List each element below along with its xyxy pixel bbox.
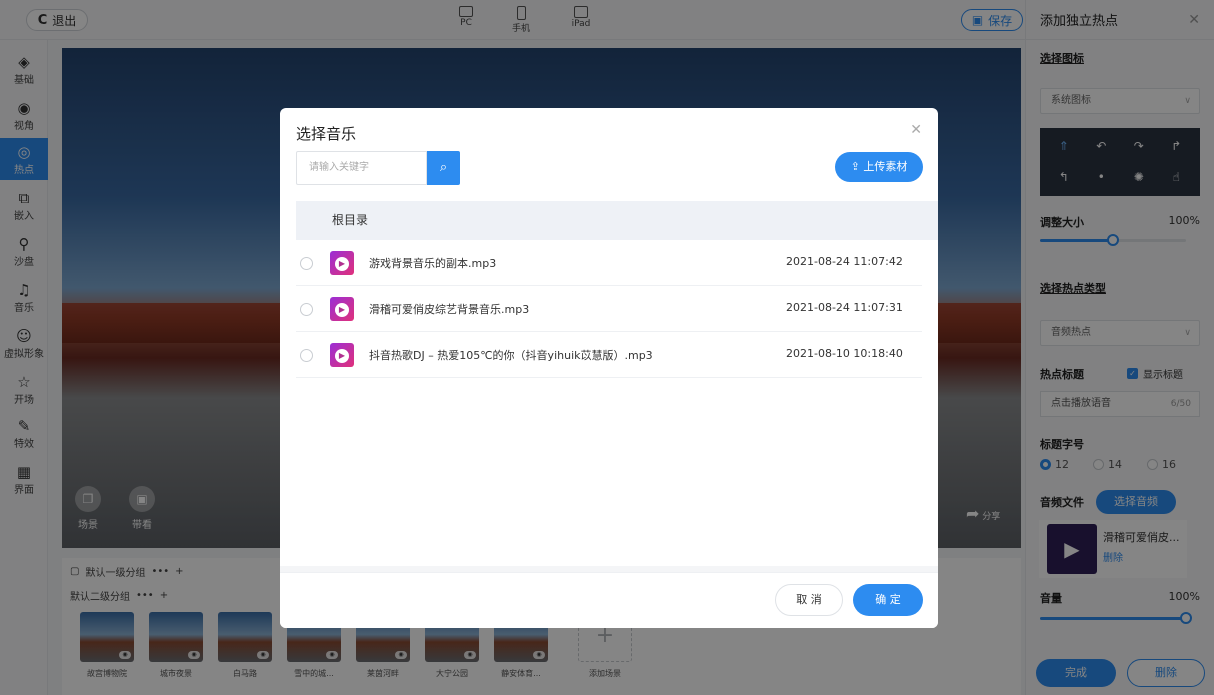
dialog-title: 选择音乐 bbox=[296, 125, 357, 143]
play-icon: ▶ bbox=[335, 256, 349, 271]
file-date: 2021-08-24 11:07:31 bbox=[786, 301, 903, 314]
music-file-row[interactable]: ▶ 抖音热歌DJ – 热爱105℃的你（抖音yihuik苡慧版）.mp3 202… bbox=[296, 332, 922, 378]
audio-file-icon: ▶ bbox=[330, 297, 354, 321]
file-radio[interactable] bbox=[300, 349, 313, 362]
file-date: 2021-08-24 11:07:42 bbox=[786, 255, 903, 268]
search-icon: ⌕ bbox=[439, 160, 448, 175]
dialog-footer: 取 消 确 定 bbox=[280, 572, 938, 628]
file-date: 2021-08-10 10:18:40 bbox=[786, 347, 903, 360]
choose-music-dialog: 选择音乐 ✕ 请输入关键字 ⌕ ⇪ 上传素材 根目录 ▶ 游戏背景音乐的副本.m… bbox=[280, 108, 938, 628]
upload-button[interactable]: ⇪ 上传素材 bbox=[835, 152, 923, 182]
confirm-button[interactable]: 确 定 bbox=[853, 584, 923, 616]
music-file-row[interactable]: ▶ 游戏背景音乐的副本.mp3 2021-08-24 11:07:42 bbox=[296, 240, 922, 286]
file-name: 抖音热歌DJ – 热爱105℃的你（抖音yihuik苡慧版）.mp3 bbox=[369, 349, 653, 362]
file-radio[interactable] bbox=[300, 257, 313, 270]
file-name: 滑稽可爱俏皮综艺背景音乐.mp3 bbox=[369, 303, 530, 316]
upload-label: 上传素材 bbox=[863, 160, 908, 173]
search-button[interactable]: ⌕ bbox=[427, 151, 460, 185]
audio-file-icon: ▶ bbox=[330, 251, 354, 275]
cancel-button[interactable]: 取 消 bbox=[775, 584, 843, 616]
file-name: 游戏背景音乐的副本.mp3 bbox=[369, 257, 497, 270]
search-input[interactable]: 请输入关键字 bbox=[296, 151, 427, 185]
root-directory-header: 根目录 bbox=[296, 201, 938, 240]
upload-icon: ⇪ bbox=[850, 160, 860, 173]
music-file-row[interactable]: ▶ 滑稽可爱俏皮综艺背景音乐.mp3 2021-08-24 11:07:31 bbox=[296, 286, 922, 332]
panel-backdrop[interactable] bbox=[1025, 0, 1214, 695]
close-icon[interactable]: ✕ bbox=[910, 122, 922, 138]
audio-file-icon: ▶ bbox=[330, 343, 354, 367]
play-icon: ▶ bbox=[335, 348, 349, 363]
play-icon: ▶ bbox=[335, 302, 349, 317]
file-radio[interactable] bbox=[300, 303, 313, 316]
